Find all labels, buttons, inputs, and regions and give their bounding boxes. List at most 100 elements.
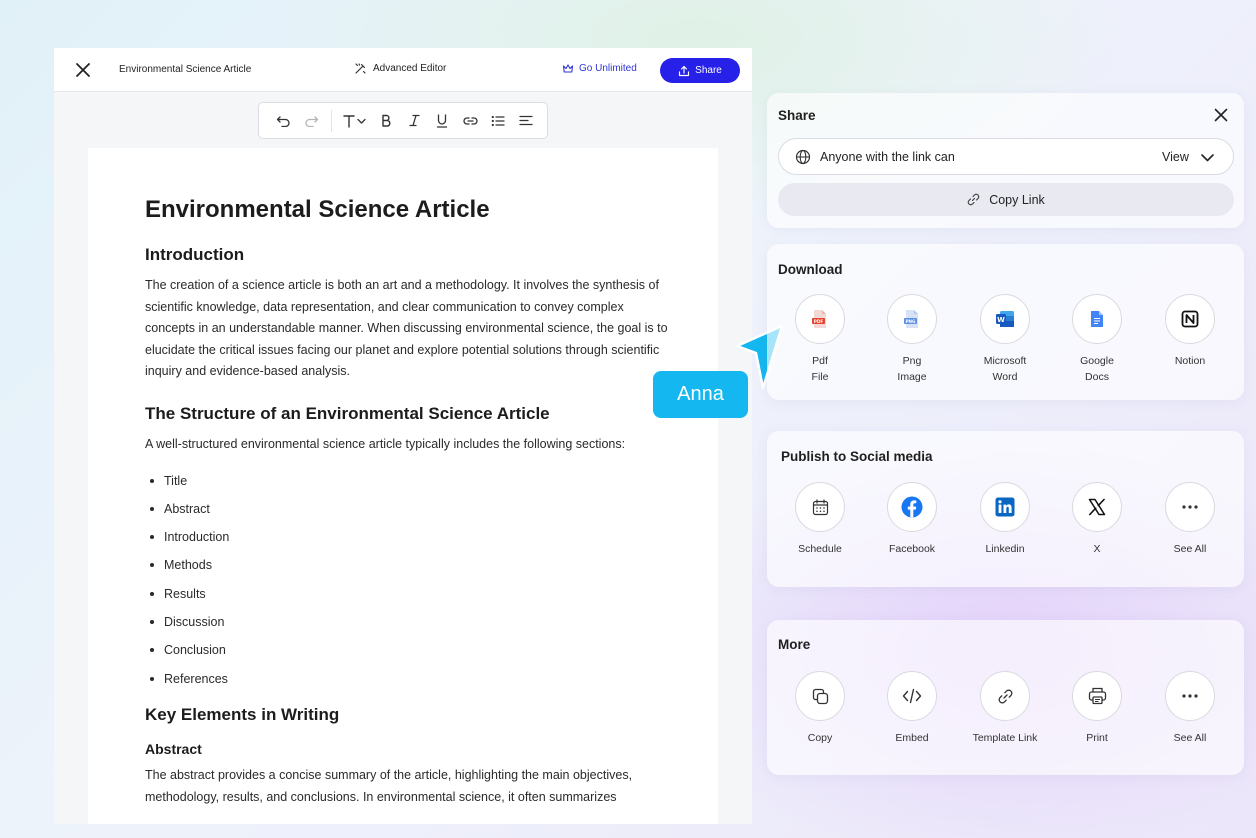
- x-icon: [1088, 498, 1106, 516]
- go-unlimited-button[interactable]: Go Unlimited: [562, 63, 637, 74]
- png-image-icon: PNG: [904, 310, 918, 328]
- link-button[interactable]: [456, 107, 484, 135]
- document-heading: Environmental Science Article: [145, 196, 490, 223]
- copy-link-label: Copy Link: [989, 192, 1045, 207]
- redo-button[interactable]: [297, 107, 325, 135]
- go-unlimited-label: Go Unlimited: [579, 63, 637, 74]
- list-item: Abstract: [145, 501, 675, 529]
- toolbar-divider: [331, 109, 332, 132]
- template-link-button[interactable]: Template Link: [959, 671, 1051, 746]
- print-button[interactable]: Print: [1051, 671, 1143, 746]
- download-pdf-button[interactable]: PDF Pdf File: [774, 294, 866, 385]
- social-see-all-circle: [1165, 482, 1215, 532]
- x-button[interactable]: X: [1051, 482, 1143, 557]
- share-panel-title: Share: [778, 108, 816, 123]
- close-icon[interactable]: [74, 61, 92, 79]
- download-gdocs-circle: [1072, 294, 1122, 344]
- download-pdf-label: Pdf File: [811, 355, 829, 383]
- copy-circle: [795, 671, 845, 721]
- underline-icon: [436, 113, 448, 128]
- facebook-icon: [901, 496, 923, 518]
- text-style-dropdown[interactable]: [338, 107, 372, 135]
- more-panel-title: More: [778, 637, 811, 652]
- embed-button[interactable]: Embed: [866, 671, 958, 746]
- svg-text:PNG: PNG: [905, 319, 916, 324]
- copy-button[interactable]: Copy: [774, 671, 866, 746]
- redo-icon: [304, 115, 318, 127]
- schedule-circle: [795, 482, 845, 532]
- bold-button[interactable]: [372, 107, 400, 135]
- list-item: Conclusion: [145, 642, 675, 670]
- text-style-icon: [343, 114, 366, 128]
- social-panel: Publish to Social media Schedule Faceboo: [767, 431, 1244, 587]
- upload-share-icon: [679, 65, 690, 76]
- download-png-button[interactable]: PNG Png Image: [866, 294, 958, 385]
- editor-topbar: Environmental Science Article Advanced E…: [54, 48, 752, 92]
- print-label: Print: [1086, 732, 1108, 744]
- globe-icon: [795, 149, 811, 165]
- italic-button[interactable]: [400, 107, 428, 135]
- formatting-toolbar: [258, 102, 548, 139]
- document-page[interactable]: Environmental Science Article Introducti…: [88, 148, 718, 824]
- align-left-icon: [519, 115, 533, 126]
- download-word-circle: W: [980, 294, 1030, 344]
- schedule-button[interactable]: Schedule: [774, 482, 866, 557]
- list-item: References: [145, 671, 675, 699]
- download-panel: Download PDF Pdf File PNG Png Image W Mi…: [767, 244, 1244, 400]
- close-icon[interactable]: [1214, 108, 1228, 122]
- link-icon: [967, 193, 980, 206]
- embed-code-icon: [902, 688, 922, 704]
- linkedin-icon: [995, 497, 1015, 517]
- facebook-label: Facebook: [888, 543, 936, 555]
- x-circle: [1072, 482, 1122, 532]
- download-notion-button[interactable]: Notion: [1144, 294, 1236, 369]
- facebook-button[interactable]: Facebook: [866, 482, 958, 557]
- editor-window: Environmental Science Article Advanced E…: [54, 48, 752, 824]
- share-button[interactable]: Share: [660, 58, 740, 83]
- template-link-label: Template Link: [972, 732, 1038, 744]
- key-elements-heading: Key Elements in Writing: [145, 704, 340, 724]
- facebook-circle: [887, 482, 937, 532]
- download-notion-label: Notion: [1174, 355, 1206, 367]
- bullet-list-button[interactable]: [484, 107, 512, 135]
- more-dots-icon: [1182, 505, 1198, 509]
- download-pdf-circle: PDF: [795, 294, 845, 344]
- template-link-icon: [998, 689, 1012, 703]
- social-see-all-button[interactable]: See All: [1144, 482, 1236, 557]
- align-left-button[interactable]: [512, 107, 540, 135]
- link-icon: [462, 116, 478, 125]
- abstract-heading: Abstract: [145, 740, 202, 757]
- template-link-circle: [980, 671, 1030, 721]
- more-see-all-circle: [1165, 671, 1215, 721]
- intro-heading: Introduction: [145, 245, 245, 264]
- undo-button[interactable]: [269, 107, 297, 135]
- download-word-button[interactable]: W Microsoft Word: [959, 294, 1051, 385]
- copy-link-button[interactable]: Copy Link: [778, 183, 1234, 216]
- more-see-all-button[interactable]: See All: [1144, 671, 1236, 746]
- intro-paragraph: The creation of a science article is bot…: [145, 278, 668, 379]
- collaborator-name: Anna: [677, 383, 724, 405]
- download-png-label: Png Image: [897, 355, 927, 383]
- abstract-paragraph: The abstract provides a concise summary …: [145, 767, 633, 804]
- list-item: Title: [145, 473, 675, 501]
- list-item: Introduction: [145, 529, 675, 557]
- share-button-label: Share: [695, 65, 722, 76]
- link-access-label: Anyone with the link can: [820, 150, 955, 164]
- pdf-file-icon: PDF: [812, 310, 826, 328]
- document-title-label: Environmental Science Article: [119, 64, 252, 75]
- underline-button[interactable]: [428, 107, 456, 135]
- advanced-editor-label: Advanced Editor: [373, 63, 447, 74]
- link-access-select[interactable]: Anyone with the link can View: [778, 138, 1234, 175]
- linkedin-button[interactable]: Linkedin: [959, 482, 1051, 557]
- chevron-down-icon: [1201, 154, 1214, 162]
- list-item: Results: [145, 586, 675, 614]
- linkedin-label: Linkedin: [985, 543, 1025, 555]
- linkedin-circle: [980, 482, 1030, 532]
- svg-text:PDF: PDF: [814, 319, 824, 324]
- list-item: Methods: [145, 557, 675, 585]
- bullet-list-icon: [491, 115, 505, 126]
- advanced-editor-button[interactable]: Advanced Editor: [354, 62, 446, 75]
- download-options: PDF Pdf File PNG Png Image W Microsoft W…: [767, 294, 1244, 394]
- download-word-label: Microsoft Word: [983, 355, 1027, 383]
- download-gdocs-button[interactable]: Google Docs: [1051, 294, 1143, 385]
